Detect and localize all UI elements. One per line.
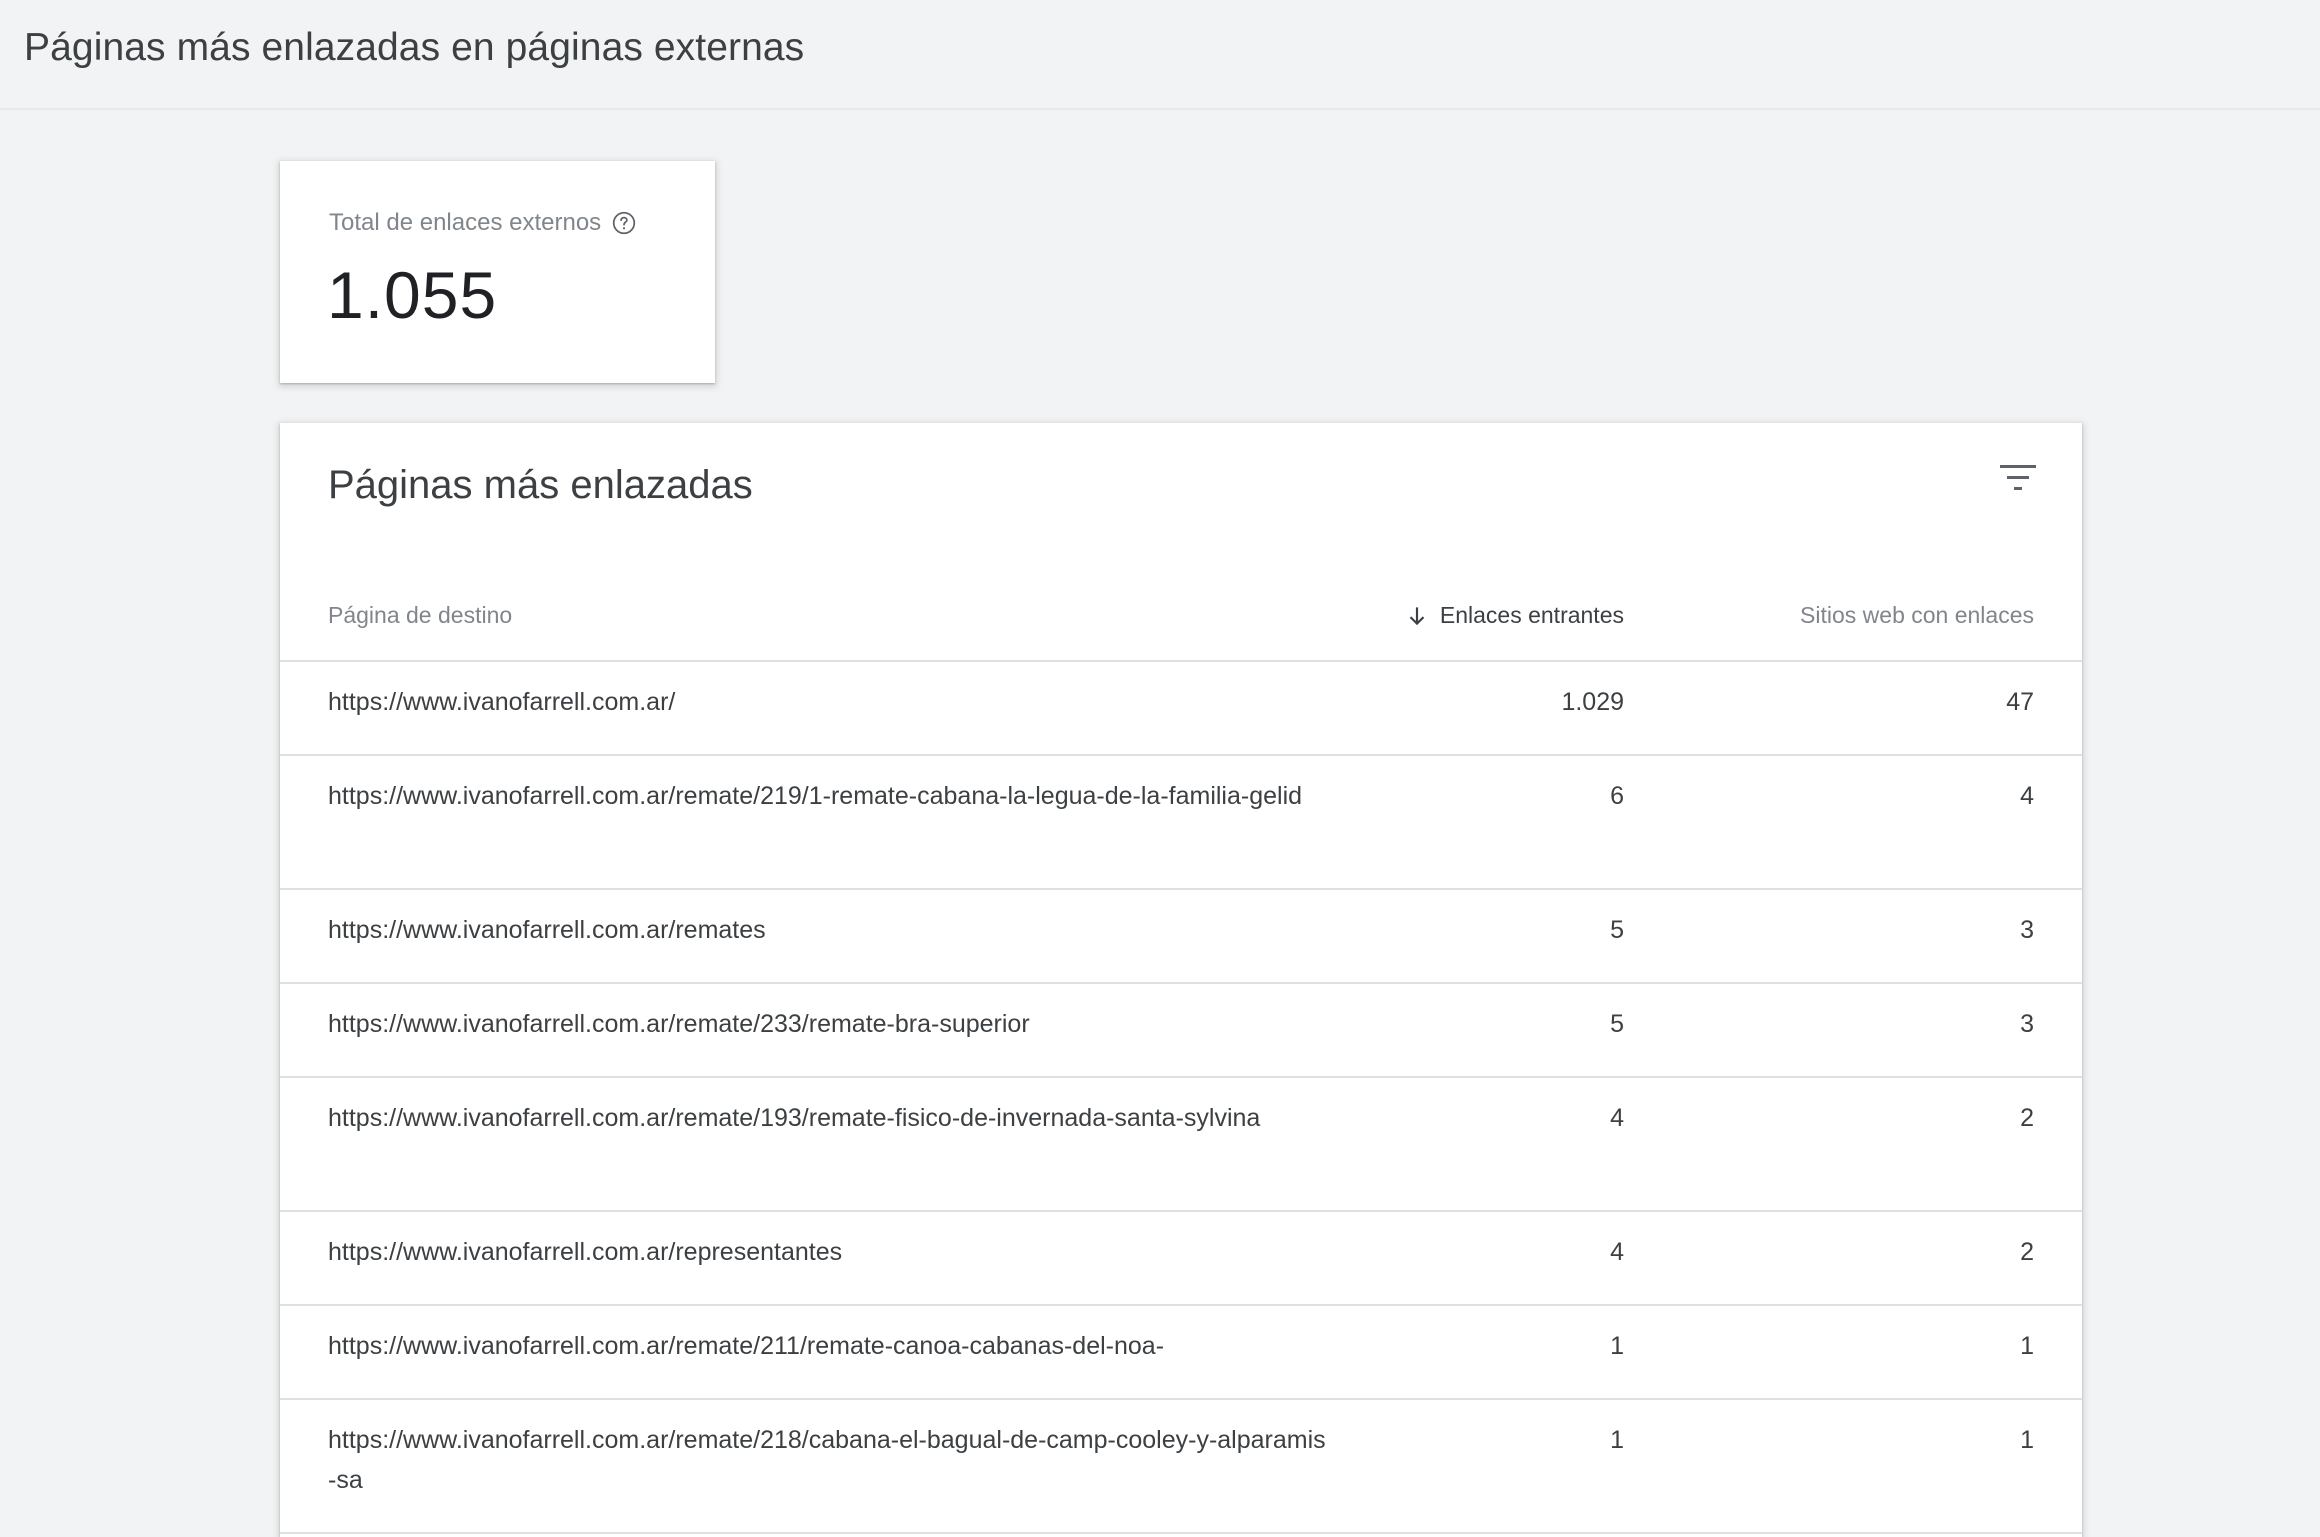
total-external-links-card: Total de enlaces externos 1.055	[280, 161, 715, 383]
target-page-url: https://www.ivanofarrell.com.ar/remate/2…	[328, 1332, 1165, 1360]
linking-sites-count: 1	[2020, 1426, 2034, 1454]
table-title: Páginas más enlazadas	[328, 463, 753, 507]
linking-sites-count: 2	[2020, 1104, 2034, 1132]
filter-icon[interactable]	[1998, 461, 2038, 497]
help-icon[interactable]	[611, 210, 637, 236]
linking-sites-count: 1	[2020, 1332, 2034, 1360]
target-page-url: https://www.ivanofarrell.com.ar/remate/2…	[328, 1010, 1030, 1038]
summary-value: 1.055	[327, 258, 498, 332]
table-row[interactable]: https://www.ivanofarrell.com.ar/remate/2…	[280, 1306, 2082, 1400]
linking-sites-count: 2	[2020, 1238, 2034, 1266]
table-header-row: Página de destino Enlaces entrantes Siti…	[280, 578, 2082, 662]
inbound-links-count: 5	[1610, 1010, 1624, 1038]
inbound-links-count: 1.029	[1561, 688, 1624, 716]
inbound-links-count: 4	[1610, 1238, 1624, 1266]
table-row[interactable]: https://www.ivanofarrell.com.ar/remate/2…	[280, 984, 2082, 1078]
linking-sites-count: 3	[2020, 916, 2034, 944]
target-page-url: https://www.ivanofarrell.com.ar/represen…	[328, 1238, 843, 1266]
summary-label-row: Total de enlaces externos	[329, 209, 637, 237]
table-row[interactable]: https://www.ivanofarrell.com.ar/remates …	[280, 890, 2082, 984]
target-page-url: https://www.ivanofarrell.com.ar/remates	[328, 916, 766, 944]
column-header-inbound-links-label: Enlaces entrantes	[1439, 602, 1624, 628]
table-row[interactable]: https://www.ivanofarrell.com.ar/represen…	[280, 1212, 2082, 1306]
table-row[interactable]: https://www.ivanofarrell.com.ar/remate/1…	[280, 1078, 2082, 1212]
table-row[interactable]: https://www.ivanofarrell.com.ar/remate/2…	[280, 756, 2082, 890]
top-linked-pages-card: Páginas más enlazadas Página de destino …	[280, 423, 2082, 1537]
target-page-url: https://www.ivanofarrell.com.ar/remate/2…	[328, 1426, 1326, 1494]
linking-sites-count: 3	[2020, 1010, 2034, 1038]
page-title: Páginas más enlazadas en páginas externa…	[24, 26, 805, 69]
sort-arrow-down-icon	[1404, 603, 1430, 629]
table-row[interactable]: https://www.ivanofarrell.com.ar/remate/2…	[280, 1400, 2082, 1534]
target-page-url: https://www.ivanofarrell.com.ar/remate/1…	[328, 1104, 1261, 1132]
column-header-target-page[interactable]: Página de destino	[328, 602, 512, 629]
inbound-links-count: 1	[1610, 1426, 1624, 1454]
inbound-links-count: 1	[1610, 1332, 1624, 1360]
table-row[interactable]: https://www.ivanofarrell.com.ar/ 1.029 4…	[280, 662, 2082, 756]
summary-label: Total de enlaces externos	[329, 209, 602, 236]
inbound-links-count: 5	[1610, 916, 1624, 944]
inbound-links-count: 6	[1610, 782, 1624, 810]
table-body: https://www.ivanofarrell.com.ar/ 1.029 4…	[280, 662, 2082, 1534]
page-header: Páginas más enlazadas en páginas externa…	[0, 0, 2320, 110]
linking-sites-count: 4	[2020, 782, 2034, 810]
target-page-url: https://www.ivanofarrell.com.ar/remate/2…	[328, 782, 1303, 810]
linking-sites-count: 47	[2006, 688, 2034, 716]
column-header-inbound-links[interactable]: Enlaces entrantes	[1404, 602, 1624, 629]
column-header-linking-sites[interactable]: Sitios web con enlaces	[1800, 602, 2034, 629]
inbound-links-count: 4	[1610, 1104, 1624, 1132]
target-page-url: https://www.ivanofarrell.com.ar/	[328, 688, 676, 716]
